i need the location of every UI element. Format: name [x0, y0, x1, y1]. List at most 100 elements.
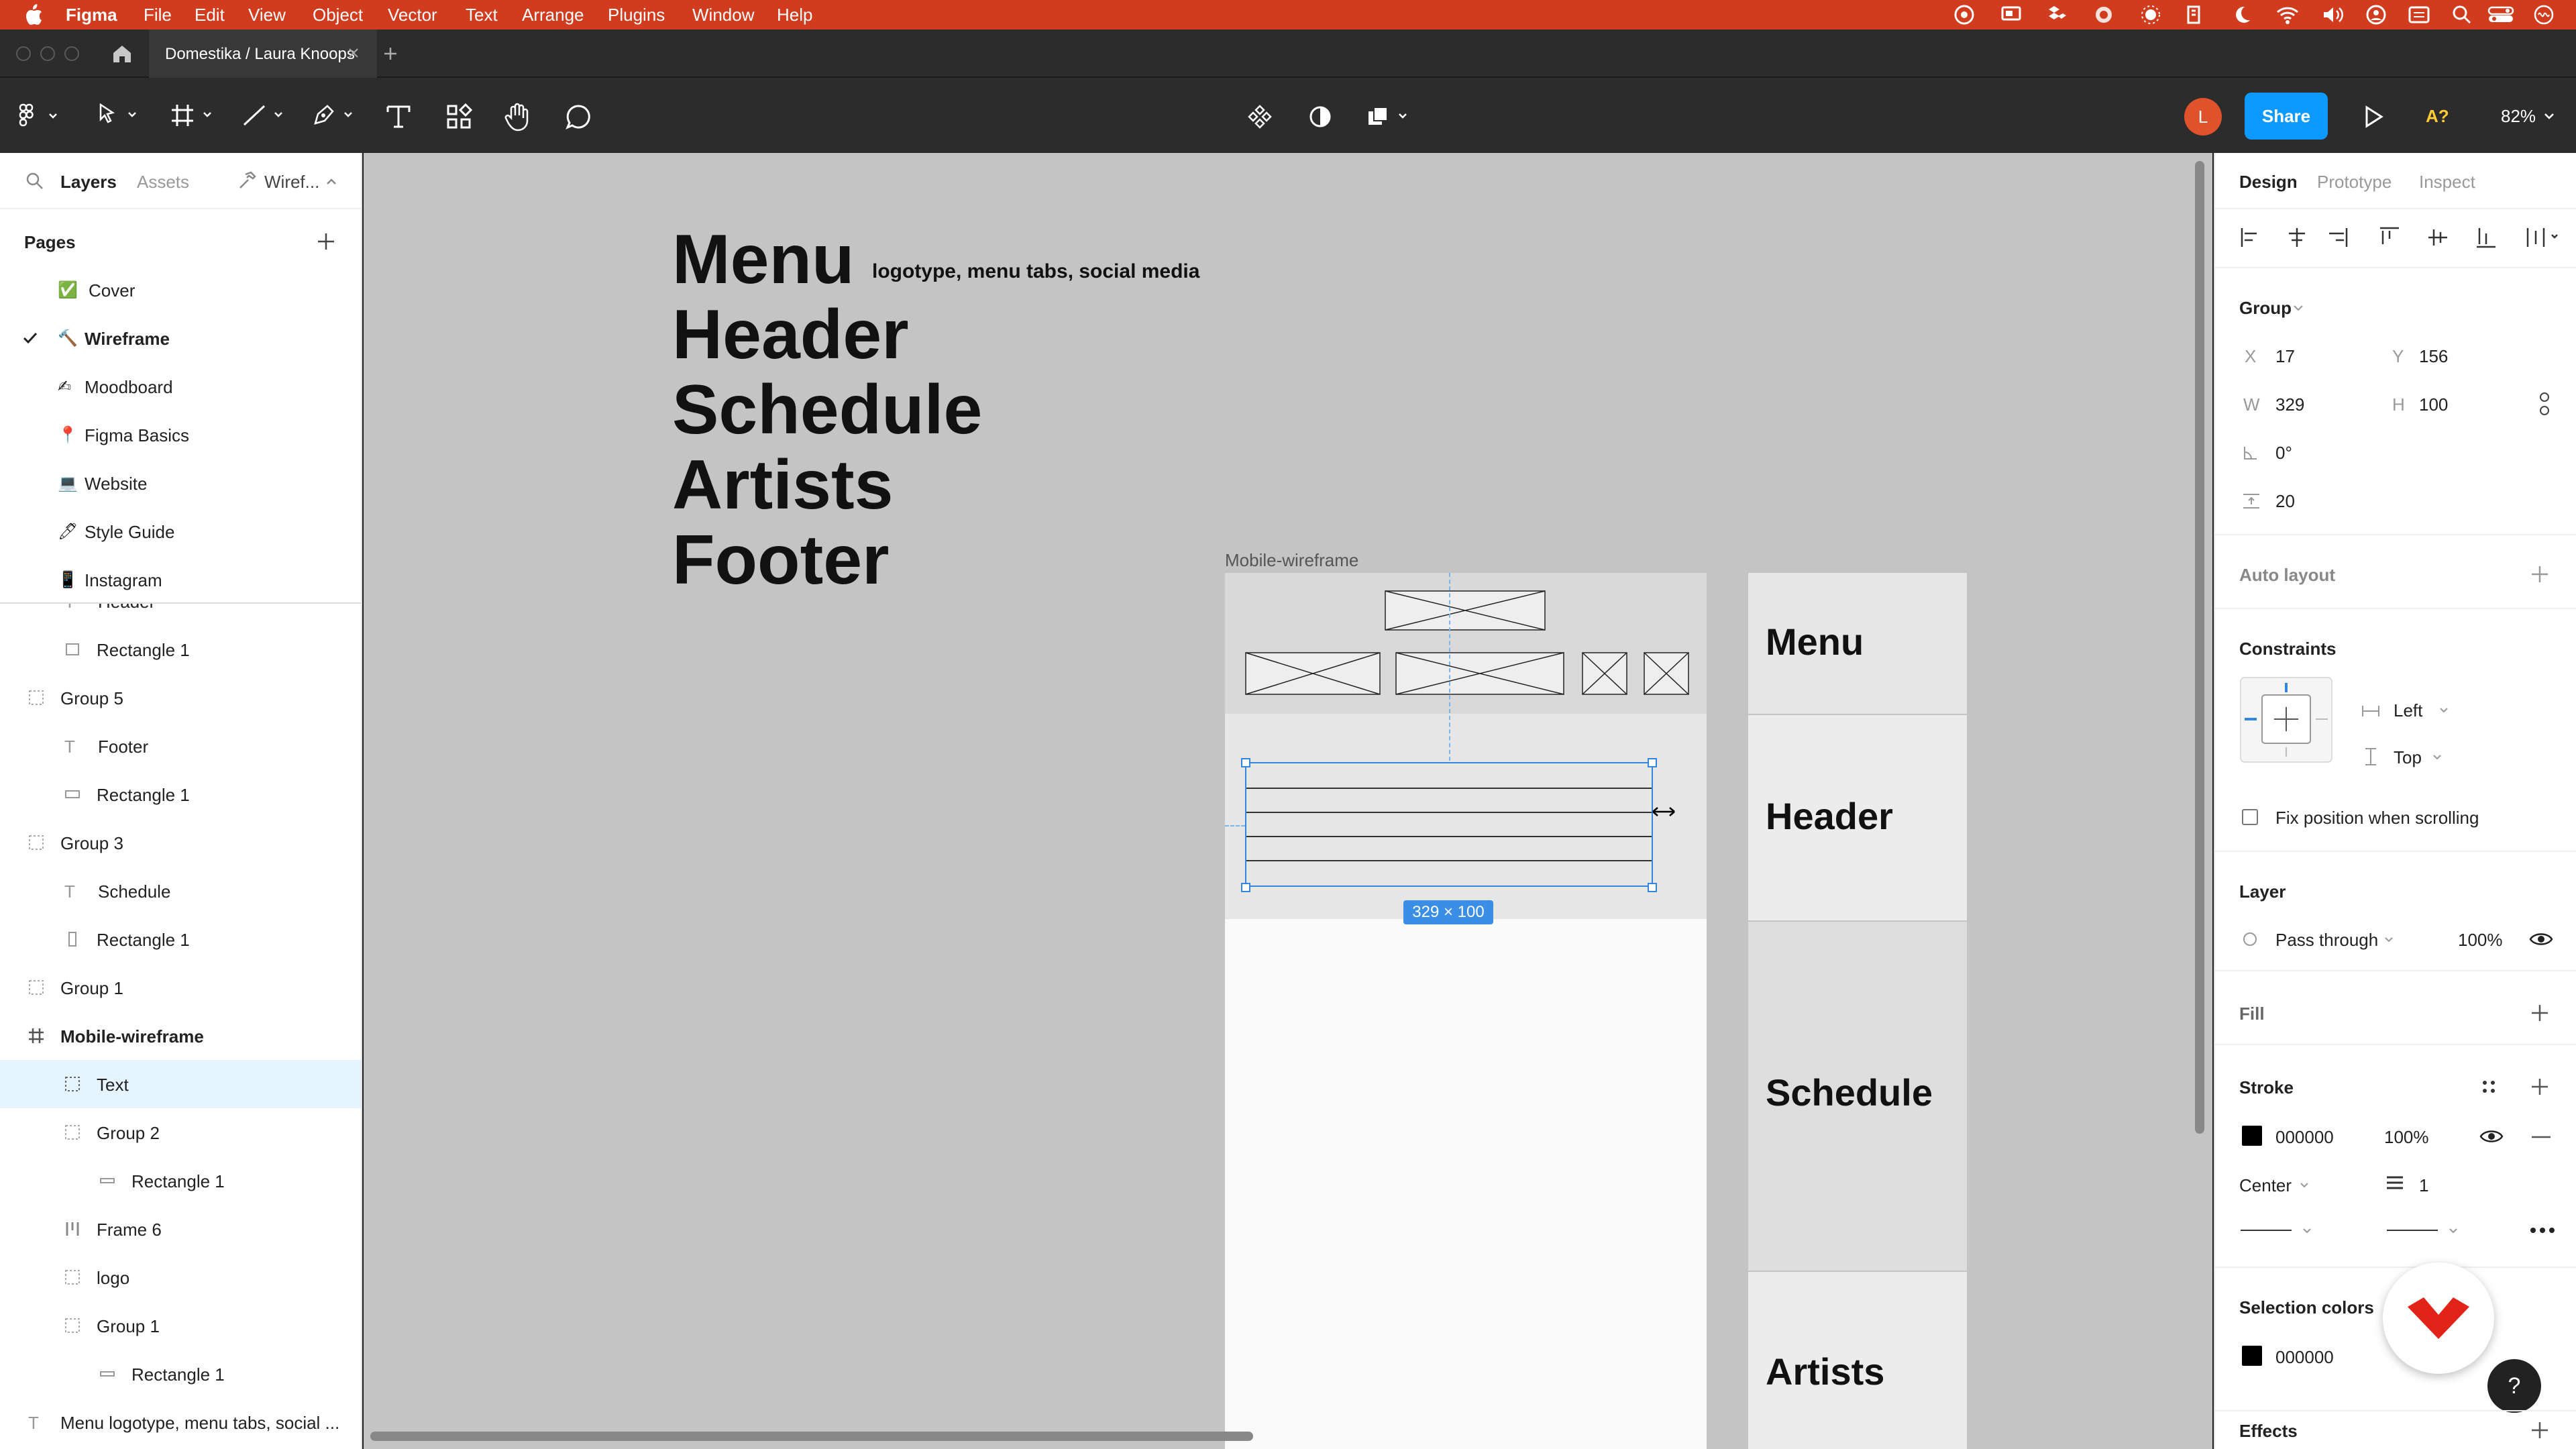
- chevron-down-icon[interactable]: [2293, 305, 2304, 313]
- page-item-moodboard[interactable]: ✍ Moodboard: [0, 362, 361, 411]
- layer-row[interactable]: Group 3: [0, 818, 361, 867]
- stroke-weight-input[interactable]: 1: [2419, 1175, 2428, 1196]
- chevron-down-icon[interactable]: [2384, 936, 2394, 943]
- wifi-icon[interactable]: [2275, 4, 2300, 25]
- spotlight-search-icon[interactable]: [2451, 4, 2473, 25]
- search-layers-icon[interactable]: [25, 172, 44, 191]
- x-input[interactable]: 17: [2275, 346, 2295, 367]
- add-effect-icon[interactable]: [2529, 1419, 2551, 1441]
- canvas-text-schedule[interactable]: Schedule: [672, 370, 982, 450]
- constraints-widget[interactable]: [2239, 676, 2333, 763]
- tab-placeholder-image[interactable]: [1395, 652, 1564, 695]
- sync-icon[interactable]: [2093, 4, 2114, 25]
- visibility-eye-icon[interactable]: [2529, 930, 2553, 949]
- present-play-icon[interactable]: [2361, 105, 2385, 129]
- selection-color-swatch[interactable]: [2242, 1346, 2262, 1366]
- section-card-schedule[interactable]: Schedule: [1748, 922, 1967, 1271]
- layer-row[interactable]: T Header: [0, 604, 361, 625]
- layer-row[interactable]: Mobile-wireframe: [0, 1012, 361, 1060]
- layer-row-selected[interactable]: Text: [0, 1060, 361, 1108]
- layer-row[interactable]: T Schedule: [0, 867, 361, 915]
- layer-row[interactable]: Frame 6: [0, 1205, 361, 1253]
- layer-opacity-input[interactable]: 100%: [2458, 930, 2503, 951]
- vertical-scrollbar[interactable]: [2195, 161, 2204, 1134]
- window-minimize-button[interactable]: [40, 46, 55, 61]
- menu-text[interactable]: Text: [466, 5, 498, 25]
- keyboard-input-icon[interactable]: [2408, 5, 2430, 24]
- canvas-text-menu[interactable]: Menu: [672, 220, 855, 300]
- canvas-text-footer[interactable]: Footer: [672, 521, 890, 600]
- comment-tool-icon[interactable]: [565, 103, 592, 130]
- tab-inspect[interactable]: Inspect: [2419, 172, 2475, 193]
- layer-row[interactable]: Rectangle 1: [0, 770, 361, 818]
- window-close-button[interactable]: [16, 46, 31, 61]
- creative-cloud-icon[interactable]: [1953, 4, 1975, 25]
- tab-assets[interactable]: Assets: [137, 172, 189, 193]
- page-item-website[interactable]: 💻 Website: [0, 459, 361, 507]
- menu-help[interactable]: Help: [777, 5, 812, 25]
- design-canvas[interactable]: Menu logotype, menu tabs, social media H…: [364, 153, 2212, 1449]
- more-options-icon[interactable]: [2529, 1226, 2556, 1234]
- blend-mode-select[interactable]: Pass through: [2275, 930, 2378, 951]
- stroke-align-select[interactable]: Center: [2239, 1175, 2292, 1196]
- wireframe-menu-area[interactable]: [1225, 573, 1707, 714]
- social-placeholder-image[interactable]: [1582, 652, 1627, 695]
- menu-edit[interactable]: Edit: [195, 5, 225, 25]
- canvas-text-artists[interactable]: Artists: [672, 445, 893, 525]
- layer-row[interactable]: Rectangle 1: [0, 1157, 361, 1205]
- do-not-disturb-icon[interactable]: [2231, 4, 2253, 25]
- section-card-header[interactable]: Header: [1748, 715, 1967, 920]
- home-icon[interactable]: [111, 43, 133, 64]
- tab-close-icon[interactable]: [347, 47, 360, 59]
- resize-handle-bottom-right[interactable]: [1648, 883, 1657, 892]
- layer-row[interactable]: Rectangle 1: [0, 915, 361, 963]
- layer-row[interactable]: Group 1: [0, 1301, 361, 1350]
- dropbox-icon[interactable]: [2046, 4, 2068, 25]
- create-component-icon[interactable]: [1248, 105, 1272, 129]
- brightness-icon[interactable]: [2140, 4, 2161, 25]
- user-account-icon[interactable]: [2365, 4, 2387, 25]
- page-item-wireframe[interactable]: 🔨 Wireframe: [0, 314, 361, 362]
- window-zoom-button[interactable]: [64, 46, 79, 61]
- boolean-group-icon[interactable]: [1366, 105, 1414, 129]
- apple-icon[interactable]: [24, 4, 43, 25]
- section-card-artists[interactable]: Artists: [1748, 1272, 1967, 1449]
- page-item-style-guide[interactable]: 🖊 Style Guide: [0, 507, 361, 555]
- page-chevron-up-icon[interactable]: [326, 177, 337, 185]
- screen-mirror-icon[interactable]: [2000, 5, 2022, 24]
- width-input[interactable]: 329: [2275, 394, 2304, 415]
- selected-text-group[interactable]: [1245, 762, 1653, 887]
- user-avatar[interactable]: L: [2184, 98, 2222, 136]
- page-item-instagram[interactable]: 📱 Instagram: [0, 555, 361, 604]
- horizontal-constraint-select[interactable]: Left: [2394, 700, 2422, 721]
- layer-row[interactable]: T Menu logotype, menu tabs, social ...: [0, 1398, 361, 1446]
- add-auto-layout-icon[interactable]: [2529, 564, 2551, 585]
- menu-file[interactable]: File: [144, 5, 172, 25]
- remove-stroke-icon[interactable]: [2530, 1135, 2552, 1139]
- chevron-down-icon[interactable]: [2432, 754, 2442, 761]
- chevron-down-icon[interactable]: [2300, 1182, 2309, 1189]
- missing-fonts-indicator[interactable]: A?: [2426, 106, 2449, 127]
- menu-plugins[interactable]: Plugins: [608, 5, 665, 25]
- resize-handle-top-right[interactable]: [1648, 758, 1657, 767]
- fix-position-checkbox[interactable]: [2242, 809, 2258, 825]
- menu-window[interactable]: Window: [692, 5, 754, 25]
- stroke-end-cap-select[interactable]: [2385, 1225, 2466, 1238]
- text-tool-icon[interactable]: [385, 103, 412, 130]
- menu-arrange[interactable]: Arrange: [522, 5, 584, 25]
- group-section-title[interactable]: Group: [2239, 298, 2292, 319]
- layer-row[interactable]: Rectangle 1: [0, 625, 361, 674]
- layer-row[interactable]: Group 5: [0, 674, 361, 722]
- vertical-constraint-select[interactable]: Top: [2394, 747, 2422, 768]
- zoom-chevron-down-icon[interactable]: [2544, 113, 2555, 121]
- help-button[interactable]: ?: [2487, 1359, 2541, 1413]
- frame-label-mobile-wireframe[interactable]: Mobile-wireframe: [1225, 550, 1358, 571]
- mobile-wireframe-frame[interactable]: 329 × 100: [1225, 573, 1707, 1449]
- stroke-start-cap-select[interactable]: [2239, 1225, 2320, 1238]
- layer-row[interactable]: Rectangle 1: [0, 1350, 361, 1398]
- pen-tool-icon[interactable]: [311, 103, 360, 127]
- menu-object[interactable]: Object: [313, 5, 363, 25]
- resources-tool-icon[interactable]: [445, 103, 472, 130]
- horizontal-scrollbar[interactable]: [370, 1432, 1253, 1441]
- stroke-hex-input[interactable]: 000000: [2275, 1127, 2334, 1148]
